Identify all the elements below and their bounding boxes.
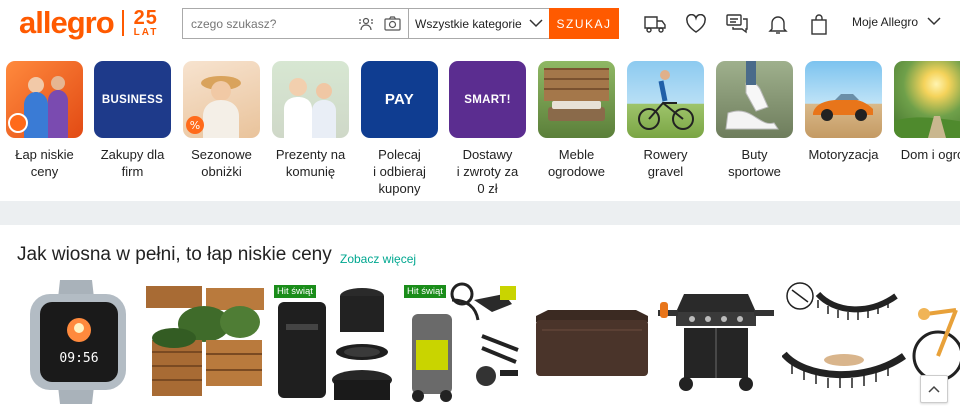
heart-icon[interactable] [675, 10, 716, 38]
allegro-logo[interactable]: allegro 25 LAT [19, 5, 159, 40]
camera-icon[interactable] [381, 13, 403, 35]
category-label: Łap niskie ceny [15, 147, 74, 179]
category-item[interactable]: Motoryzacja [799, 61, 888, 163]
anniversary-badge: 25 LAT [134, 8, 159, 38]
truck-icon[interactable] [634, 10, 675, 38]
category-tile-image [716, 61, 793, 138]
category-tile-image [627, 61, 704, 138]
category-select[interactable]: Wszystkie kategorie [408, 9, 549, 38]
category-label: Polecaj i odbieraj kupony [373, 147, 426, 196]
product-card-storage-box[interactable] [530, 280, 654, 404]
header-icons [634, 10, 839, 38]
category-label: Rowery gravel [643, 147, 688, 179]
category-tile-image [6, 61, 83, 138]
product-card-smoker[interactable]: Hit świąt [274, 280, 398, 404]
category-tile-image: % [183, 61, 260, 138]
logo-wordmark: allegro [19, 5, 115, 40]
chat-icon[interactable] [716, 10, 757, 38]
category-tile-image [538, 61, 615, 138]
category-select-value: Wszystkie kategorie [415, 16, 522, 31]
promo-badge: Hit świąt [404, 285, 446, 298]
top-header: allegro 25 LAT Wszystkie kategorie SZUKA… [0, 0, 960, 48]
search-button[interactable]: SZUKAJ [549, 8, 619, 39]
svg-text:%: % [190, 119, 200, 132]
category-item[interactable]: Buty sportowe [710, 61, 799, 180]
chevron-down-icon [927, 15, 941, 29]
category-label: Prezenty na komunię [275, 147, 346, 179]
product-carousel: 09:56 Hit świąt Hit świąt [0, 280, 960, 405]
category-item[interactable]: Łap niskie ceny [0, 61, 89, 180]
category-label: Sezonowe obniżki [191, 147, 252, 179]
section-title: Jak wiosna w pełni, to łap niskie ceny [17, 244, 332, 265]
bell-icon[interactable] [757, 10, 798, 38]
category-tile-smart: SMART! [449, 61, 526, 138]
anniversary-number: 25 [133, 7, 158, 29]
category-item[interactable]: BUSINESS Zakupy dla firm [88, 61, 177, 180]
category-item[interactable]: PAY Polecaj i odbieraj kupony [355, 61, 444, 197]
category-label: Dom i ogró [900, 147, 960, 162]
account-menu[interactable]: Moje Allegro [852, 15, 941, 29]
chevron-up-icon [928, 380, 940, 398]
chevron-down-icon [529, 17, 543, 31]
product-card-planters[interactable] [144, 280, 266, 404]
shopping-bag-icon[interactable] [798, 10, 839, 38]
voice-search-icon[interactable] [355, 13, 377, 35]
category-label: Buty sportowe [728, 147, 781, 179]
category-tile-business: BUSINESS [94, 61, 171, 138]
category-tile-image [805, 61, 882, 138]
category-label: Meble ogrodowe [547, 147, 606, 179]
product-card-pressure-washer[interactable]: Hit świąt [404, 280, 528, 404]
category-item[interactable]: Prezenty na komunię [266, 61, 355, 180]
category-tile-pay: PAY [361, 61, 438, 138]
search-input[interactable] [183, 9, 351, 38]
scroll-to-top-button[interactable] [920, 375, 948, 403]
category-item[interactable]: SMART! Dostawy i zwroty za 0 zł [443, 61, 532, 197]
category-tile-image [272, 61, 349, 138]
category-item[interactable]: Meble ogrodowe [532, 61, 621, 180]
promo-badge: Hit świąt [274, 285, 316, 298]
account-label: Moje Allegro [852, 15, 919, 29]
category-item[interactable]: % Sezonowe obniżki [177, 61, 266, 180]
product-card-hammock[interactable] [781, 280, 907, 404]
category-label: Dostawy i zwroty za 0 zł [456, 147, 519, 196]
see-more-link[interactable]: Zobacz więcej [340, 252, 416, 266]
category-item[interactable]: Dom i ogró [888, 61, 960, 163]
category-label: Motoryzacja [808, 147, 879, 162]
category-item[interactable]: Rowery gravel [621, 61, 710, 180]
category-strip: Łap niskie ceny BUSINESS Zakupy dla firm %… [0, 61, 960, 201]
product-card-gas-grill[interactable] [656, 280, 776, 404]
section-divider [0, 201, 960, 225]
category-label: Zakupy dla firm [100, 147, 165, 179]
svg-text:09:56: 09:56 [59, 351, 98, 366]
category-tile-image [894, 61, 960, 138]
logo-separator [121, 10, 124, 36]
product-card-smartwatch[interactable]: 09:56 [20, 280, 136, 404]
anniversary-text: LAT [133, 27, 159, 38]
search-bar: Wszystkie kategorie SZUKAJ [182, 8, 619, 39]
